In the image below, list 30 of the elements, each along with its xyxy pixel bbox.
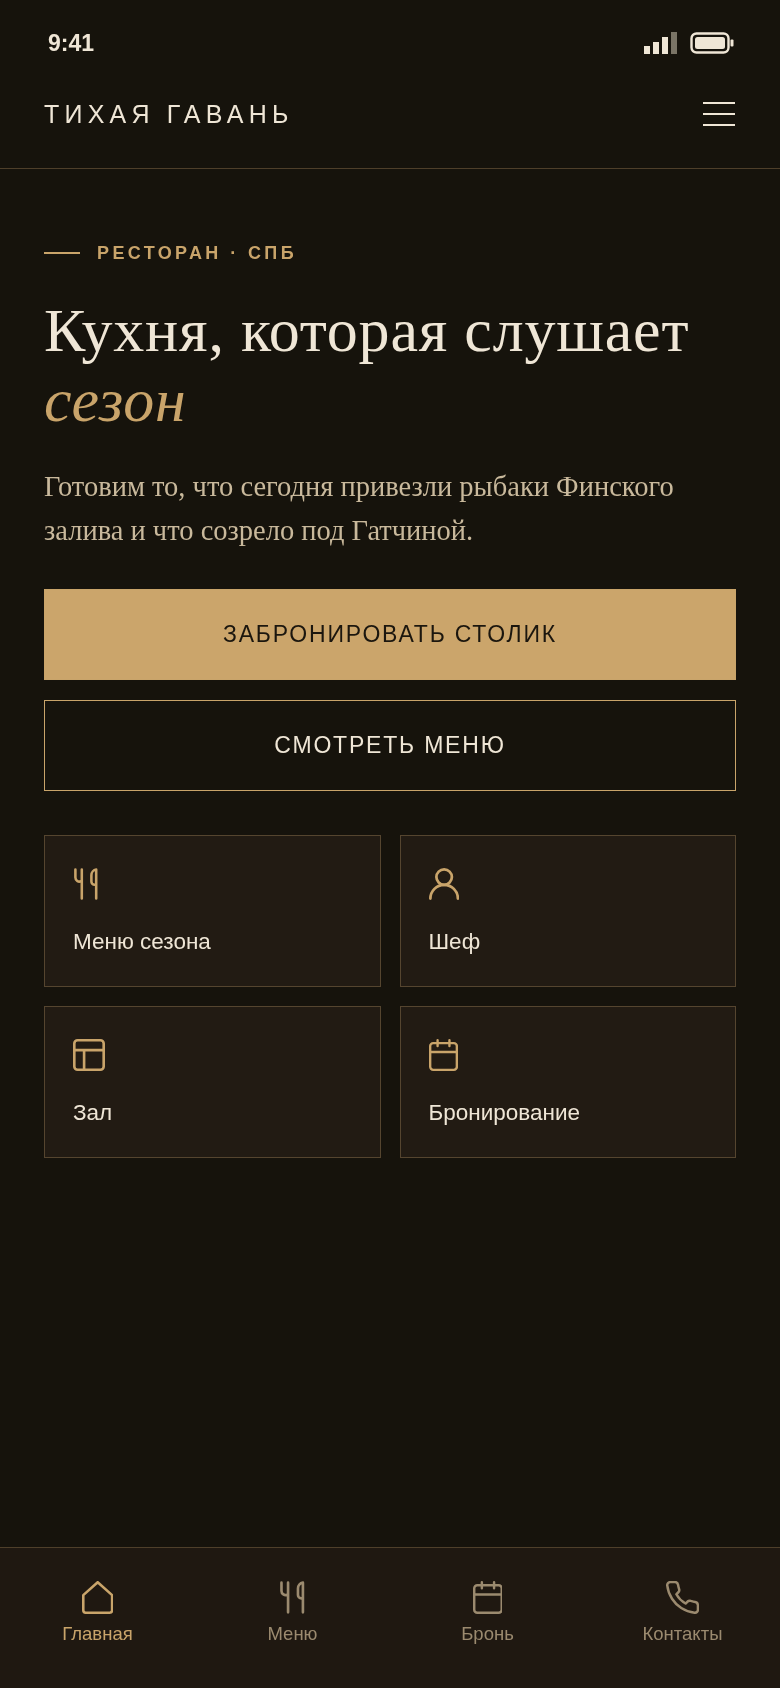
restaurant-name: ТИХАЯ ГАВАНЬ — [44, 99, 294, 129]
view-menu-button[interactable]: СМОТРЕТЬ МЕНЮ — [44, 700, 736, 791]
status-time: 9:41 — [48, 29, 95, 57]
hero-description: Готовим то, что сегодня привезли рыбаки Финского залива и что созрело под Гатчиной. — [44, 470, 675, 548]
nav-tab[interactable]: Контакты — [585, 1548, 780, 1678]
nav-tab[interactable]: Бронь — [390, 1548, 585, 1678]
person-icon — [428, 868, 459, 900]
nav-tile[interactable]: Бронирование — [399, 1006, 736, 1158]
tile-label: Зал — [73, 1099, 114, 1127]
menu-icon[interactable] — [702, 101, 736, 127]
nav-tile[interactable]: Меню сезона — [44, 835, 381, 987]
battery-icon — [690, 32, 734, 54]
tile-label: Меню сезона — [73, 928, 212, 956]
layout-icon — [73, 1039, 105, 1071]
nav-tab[interactable]: Меню — [195, 1548, 390, 1678]
tile-label: Шеф — [428, 928, 482, 956]
phone-icon — [666, 1581, 699, 1614]
hero-headline: Кухня, которая слушает сезон — [44, 295, 691, 435]
signal-icon — [644, 32, 678, 54]
cutlery-icon — [73, 868, 99, 900]
book-table-button[interactable]: ЗАБРОНИРОВАТЬ СТОЛИК — [44, 589, 736, 680]
nav-tab[interactable]: Главная — [0, 1548, 195, 1678]
home-icon — [81, 1581, 114, 1614]
cutlery-icon — [279, 1581, 306, 1614]
nav-tile[interactable]: Зал — [44, 1006, 381, 1158]
calendar-icon — [472, 1581, 503, 1614]
tile-label: Бронирование — [428, 1099, 582, 1127]
calendar-icon — [428, 1039, 458, 1071]
nav-tile[interactable]: Шеф — [399, 835, 736, 987]
eyebrow-label: РЕСТОРАН · СПБ — [97, 242, 297, 265]
